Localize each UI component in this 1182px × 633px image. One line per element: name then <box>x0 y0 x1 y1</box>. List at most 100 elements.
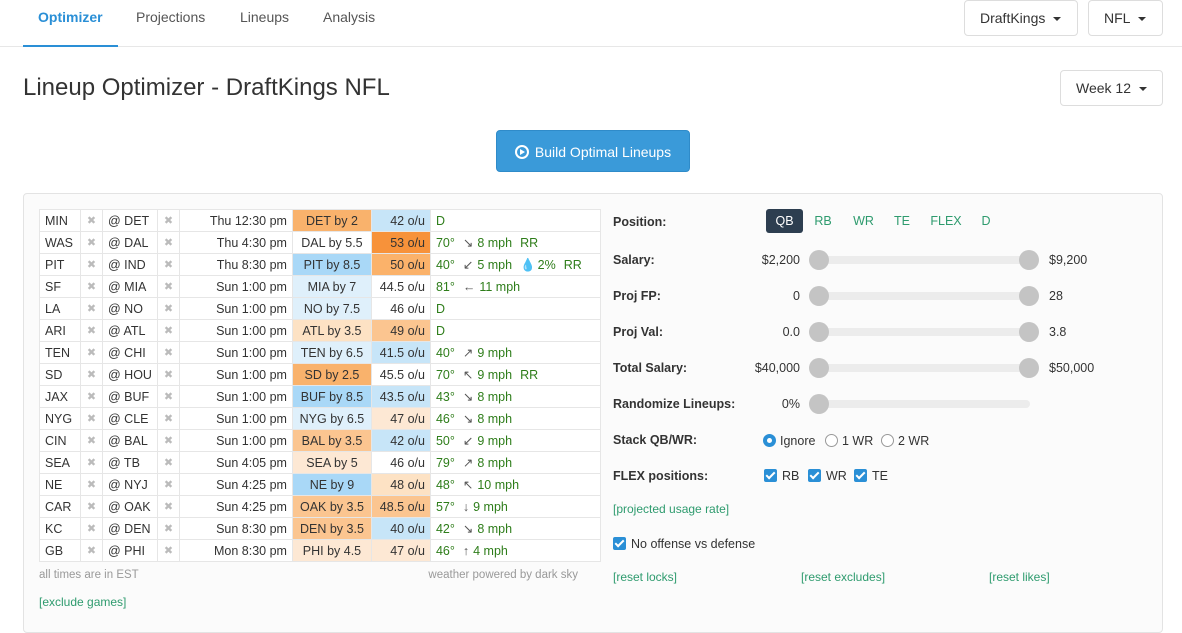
stack-2wr-radio[interactable]: 2 WR <box>881 434 929 448</box>
proj-fp-slider[interactable] <box>818 292 1030 300</box>
exclude-team-icon[interactable]: ✖ <box>80 297 103 320</box>
exclude-team-icon[interactable]: ✖ <box>80 363 103 386</box>
tab-projections[interactable]: Projections <box>121 0 220 47</box>
no-offense-vs-defense-checkbox[interactable]: No offense vs defense <box>613 537 755 551</box>
exclude-team-icon[interactable]: ✖ <box>80 275 103 298</box>
stack-1wr-radio[interactable]: 1 WR <box>825 434 873 448</box>
opponent-cell[interactable]: @ NO <box>102 297 158 320</box>
salary-min-handle[interactable] <box>809 250 829 270</box>
team-cell[interactable]: SF <box>39 275 81 298</box>
exclude-opponent-icon[interactable]: ✖ <box>156 473 180 496</box>
exclude-opponent-icon[interactable]: ✖ <box>156 275 180 298</box>
exclude-opponent-icon[interactable]: ✖ <box>156 517 180 540</box>
team-cell[interactable]: JAX <box>39 385 81 408</box>
proj-val-max-handle[interactable] <box>1019 322 1039 342</box>
exclude-opponent-icon[interactable]: ✖ <box>156 429 180 452</box>
team-cell[interactable]: PIT <box>39 253 81 276</box>
stack-ignore-radio[interactable]: Ignore <box>763 434 815 448</box>
exclude-opponent-icon[interactable]: ✖ <box>156 451 180 474</box>
randomize-slider[interactable] <box>818 400 1030 408</box>
proj-val-slider[interactable] <box>818 328 1030 336</box>
exclude-opponent-icon[interactable]: ✖ <box>156 253 180 276</box>
position-tab-flex[interactable]: FLEX <box>926 209 966 233</box>
team-cell[interactable]: MIN <box>39 209 81 232</box>
salary-slider[interactable] <box>818 256 1030 264</box>
team-cell[interactable]: CIN <box>39 429 81 452</box>
reset-excludes-link[interactable]: [reset excludes] <box>801 570 885 584</box>
week-select[interactable]: Week 12 <box>1060 70 1163 106</box>
team-cell[interactable]: CAR <box>39 495 81 518</box>
exclude-opponent-icon[interactable]: ✖ <box>156 209 180 232</box>
position-tab-te[interactable]: TE <box>888 209 916 233</box>
tab-lineups[interactable]: Lineups <box>225 0 304 47</box>
exclude-team-icon[interactable]: ✖ <box>80 473 103 496</box>
site-select[interactable]: DraftKings <box>964 0 1078 36</box>
opponent-cell[interactable]: @ CLE <box>102 407 158 430</box>
exclude-team-icon[interactable]: ✖ <box>80 385 103 408</box>
opponent-cell[interactable]: @ OAK <box>102 495 158 518</box>
exclude-opponent-icon[interactable]: ✖ <box>156 539 180 562</box>
exclude-opponent-icon[interactable]: ✖ <box>156 341 180 364</box>
position-tab-wr[interactable]: WR <box>847 209 880 233</box>
team-cell[interactable]: NE <box>39 473 81 496</box>
exclude-opponent-icon[interactable]: ✖ <box>156 495 180 518</box>
total-salary-slider[interactable] <box>818 364 1030 372</box>
exclude-team-icon[interactable]: ✖ <box>80 429 103 452</box>
reset-likes-link[interactable]: [reset likes] <box>989 570 1050 584</box>
exclude-opponent-icon[interactable]: ✖ <box>156 231 180 254</box>
exclude-opponent-icon[interactable]: ✖ <box>156 363 180 386</box>
tab-analysis[interactable]: Analysis <box>308 0 390 47</box>
build-lineups-button[interactable]: Build Optimal Lineups <box>496 130 690 172</box>
exclude-team-icon[interactable]: ✖ <box>80 231 103 254</box>
exclude-team-icon[interactable]: ✖ <box>80 209 103 232</box>
sport-select[interactable]: NFL <box>1088 0 1163 36</box>
opponent-cell[interactable]: @ MIA <box>102 275 158 298</box>
opponent-cell[interactable]: @ BAL <box>102 429 158 452</box>
team-cell[interactable]: GB <box>39 539 81 562</box>
team-cell[interactable]: WAS <box>39 231 81 254</box>
team-cell[interactable]: SD <box>39 363 81 386</box>
exclude-opponent-icon[interactable]: ✖ <box>156 319 180 342</box>
opponent-cell[interactable]: @ NYJ <box>102 473 158 496</box>
flex-te-checkbox[interactable]: TE <box>854 469 888 483</box>
exclude-team-icon[interactable]: ✖ <box>80 451 103 474</box>
opponent-cell[interactable]: @ IND <box>102 253 158 276</box>
team-cell[interactable]: TEN <box>39 341 81 364</box>
exclude-opponent-icon[interactable]: ✖ <box>156 297 180 320</box>
opponent-cell[interactable]: @ ATL <box>102 319 158 342</box>
position-tab-d[interactable]: D <box>976 209 996 233</box>
opponent-cell[interactable]: @ DAL <box>102 231 158 254</box>
opponent-cell[interactable]: @ CHI <box>102 341 158 364</box>
team-cell[interactable]: SEA <box>39 451 81 474</box>
team-cell[interactable]: NYG <box>39 407 81 430</box>
exclude-team-icon[interactable]: ✖ <box>80 253 103 276</box>
exclude-team-icon[interactable]: ✖ <box>80 319 103 342</box>
proj-fp-min-handle[interactable] <box>809 286 829 306</box>
exclude-opponent-icon[interactable]: ✖ <box>156 385 180 408</box>
opponent-cell[interactable]: @ PHI <box>102 539 158 562</box>
exclude-team-icon[interactable]: ✖ <box>80 539 103 562</box>
reset-locks-link[interactable]: [reset locks] <box>613 570 677 584</box>
team-cell[interactable]: LA <box>39 297 81 320</box>
opponent-cell[interactable]: @ DET <box>102 209 158 232</box>
total-salary-max-handle[interactable] <box>1019 358 1039 378</box>
exclude-games-link[interactable]: [exclude games] <box>39 595 126 609</box>
opponent-cell[interactable]: @ DEN <box>102 517 158 540</box>
exclude-team-icon[interactable]: ✖ <box>80 341 103 364</box>
flex-rb-checkbox[interactable]: RB <box>764 469 799 483</box>
exclude-opponent-icon[interactable]: ✖ <box>156 407 180 430</box>
team-cell[interactable]: KC <box>39 517 81 540</box>
position-tab-qb[interactable]: QB <box>766 209 803 233</box>
exclude-team-icon[interactable]: ✖ <box>80 495 103 518</box>
salary-max-handle[interactable] <box>1019 250 1039 270</box>
tab-optimizer[interactable]: Optimizer <box>23 0 118 47</box>
projected-usage-link[interactable]: [projected usage rate] <box>613 502 729 516</box>
position-tab-rb[interactable]: RB <box>809 209 837 233</box>
flex-wr-checkbox[interactable]: WR <box>808 469 847 483</box>
opponent-cell[interactable]: @ BUF <box>102 385 158 408</box>
team-cell[interactable]: ARI <box>39 319 81 342</box>
total-salary-min-handle[interactable] <box>809 358 829 378</box>
exclude-team-icon[interactable]: ✖ <box>80 407 103 430</box>
exclude-team-icon[interactable]: ✖ <box>80 517 103 540</box>
proj-fp-max-handle[interactable] <box>1019 286 1039 306</box>
